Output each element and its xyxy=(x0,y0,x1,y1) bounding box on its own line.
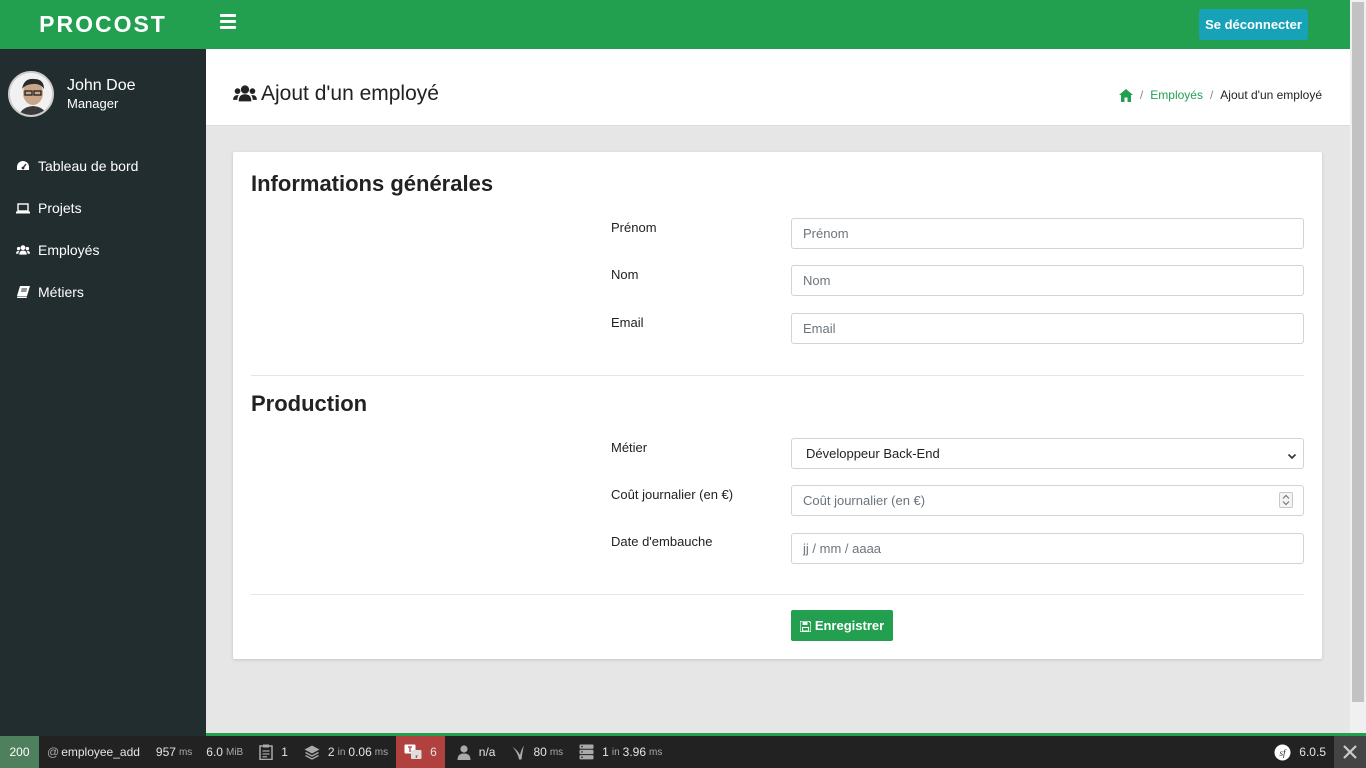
debug-user-value: n/a xyxy=(478,745,496,759)
sidebar-item-label: Employés xyxy=(38,242,100,258)
page-title-text: Ajout d'un employé xyxy=(261,82,439,105)
user-panel: John Doe Manager xyxy=(0,49,206,129)
sidebar: PROCOST John Doe Manager Tableau de bord xyxy=(0,0,206,736)
twig-icon xyxy=(512,745,525,760)
save-button-label: Enregistrer xyxy=(814,618,885,633)
scrollbar-thumb[interactable] xyxy=(1352,2,1364,702)
debug-db-time: 3.96 xyxy=(622,745,647,759)
breadcrumb: / Employés / Ajout d'un employé xyxy=(1118,88,1322,102)
debug-cache-time: 0.06 xyxy=(348,745,372,759)
debug-twig-unit: ms xyxy=(549,746,564,758)
number-spinner[interactable] xyxy=(1279,492,1293,508)
daily-cost-wrapper xyxy=(791,485,1304,516)
section-title-general: Informations générales xyxy=(251,171,494,196)
home-icon[interactable] xyxy=(1118,88,1133,102)
lastname-label: Nom xyxy=(611,267,639,282)
scrollbar[interactable] xyxy=(1350,0,1366,736)
debug-cache-unit: ms xyxy=(374,746,389,758)
save-button[interactable]: Enregistrer xyxy=(791,610,893,641)
sidebar-item-projects[interactable]: Projets xyxy=(0,187,206,229)
firstname-input[interactable] xyxy=(791,218,1304,249)
sidebar-item-jobs[interactable]: Métiers xyxy=(0,271,206,313)
debug-db-in: in xyxy=(611,746,620,758)
section-title-production: Production xyxy=(251,391,368,416)
debug-translations-count: 6 xyxy=(430,745,437,759)
debug-version[interactable]: sf 6.0.5 xyxy=(1266,736,1334,768)
debug-db-unit: ms xyxy=(649,746,663,758)
sidebar-item-employees[interactable]: Employés xyxy=(0,229,206,271)
sidebar-nav: Tableau de bord Projets Employés Métiers xyxy=(0,145,206,313)
breadcrumb-separator: / xyxy=(1139,88,1144,102)
debug-database[interactable]: 1 in 3.96 ms xyxy=(571,736,670,768)
hire-date-input[interactable] xyxy=(791,533,1304,564)
sidebar-item-label: Métiers xyxy=(38,284,84,300)
lastname-input[interactable] xyxy=(791,265,1304,296)
sidebar-item-label: Tableau de bord xyxy=(38,158,139,174)
hire-date-label: Date d'embauche xyxy=(611,534,713,549)
topbar: Se déconnecter xyxy=(206,0,1350,49)
debug-db-count: 1 xyxy=(602,745,609,759)
debug-time-unit: ms xyxy=(178,746,193,758)
users-icon xyxy=(16,243,30,257)
job-select-value: Développeur Back-End xyxy=(806,446,940,461)
user-role: Manager xyxy=(67,95,119,111)
debug-twig[interactable]: 80 ms xyxy=(503,736,571,768)
debug-route-name: employee_add xyxy=(61,745,140,759)
sidebar-item-dashboard[interactable]: Tableau de bord xyxy=(0,145,206,187)
employee-form-card: Informations générales Prénom Nom Email … xyxy=(233,152,1322,659)
section-divider xyxy=(251,594,1304,595)
user-name: John Doe xyxy=(67,76,136,94)
logout-button[interactable]: Se déconnecter xyxy=(1199,9,1308,40)
brand-logo[interactable]: PROCOST xyxy=(0,0,206,49)
debug-logs-count: 1 xyxy=(281,745,288,759)
debug-version-value: 6.0.5 xyxy=(1299,745,1326,759)
debug-cache[interactable]: 2 in 0.06 ms xyxy=(296,736,396,768)
laptop-icon xyxy=(16,201,30,215)
debug-route[interactable]: @ employee_add xyxy=(39,736,148,768)
content-header: Ajout d'un employé / Employés / Ajout d'… xyxy=(206,49,1350,126)
translation-icon xyxy=(404,744,422,759)
debug-time[interactable]: 957 ms xyxy=(148,736,200,768)
layers-icon xyxy=(304,745,320,760)
dashboard-icon xyxy=(16,159,30,173)
debug-time-value: 957 xyxy=(155,745,176,759)
sidebar-item-label: Projets xyxy=(38,200,82,216)
page-title: Ajout d'un employé xyxy=(233,82,439,106)
symfony-logo-icon: sf xyxy=(1274,744,1291,760)
debug-memory[interactable]: 6.0 MiB xyxy=(200,736,251,768)
job-label: Métier xyxy=(611,440,648,455)
debug-toolbar: 200 @ employee_add 957 ms 6.0 MiB 1 2 in 0.06… xyxy=(0,736,1366,768)
debug-twig-value: 80 xyxy=(533,745,547,759)
floppy-disk-icon xyxy=(799,620,812,633)
user-icon xyxy=(457,744,471,760)
email-label: Email xyxy=(611,315,644,330)
debug-user[interactable]: n/a xyxy=(445,736,504,768)
avatar xyxy=(8,71,54,117)
debug-memory-value: 6.0 xyxy=(206,745,223,759)
section-divider xyxy=(251,375,1304,376)
breadcrumb-current: Ajout d'un employé xyxy=(1220,88,1322,102)
debug-cache-in: in xyxy=(337,746,346,758)
breadcrumb-separator: / xyxy=(1209,88,1214,102)
daily-cost-label: Coût journalier (en €) xyxy=(611,487,734,502)
clipboard-icon xyxy=(259,744,273,760)
debug-translations[interactable]: 6 xyxy=(396,736,445,768)
firstname-label: Prénom xyxy=(611,220,657,235)
close-icon[interactable] xyxy=(1334,736,1366,768)
debug-memory-unit: MiB xyxy=(225,746,244,758)
debug-cache-count: 2 xyxy=(327,745,335,759)
email-input[interactable] xyxy=(791,313,1304,344)
breadcrumb-link-employees[interactable]: Employés xyxy=(1150,88,1203,102)
book-icon xyxy=(16,285,30,299)
database-icon xyxy=(579,744,594,760)
debug-status-code[interactable]: 200 xyxy=(0,736,39,768)
chevron-down-icon xyxy=(1287,449,1297,460)
menu-toggle-icon[interactable] xyxy=(220,14,236,30)
users-icon xyxy=(233,84,257,104)
debug-logs[interactable]: 1 xyxy=(251,736,296,768)
daily-cost-input[interactable] xyxy=(791,485,1304,516)
job-select[interactable]: Développeur Back-End xyxy=(791,438,1304,469)
